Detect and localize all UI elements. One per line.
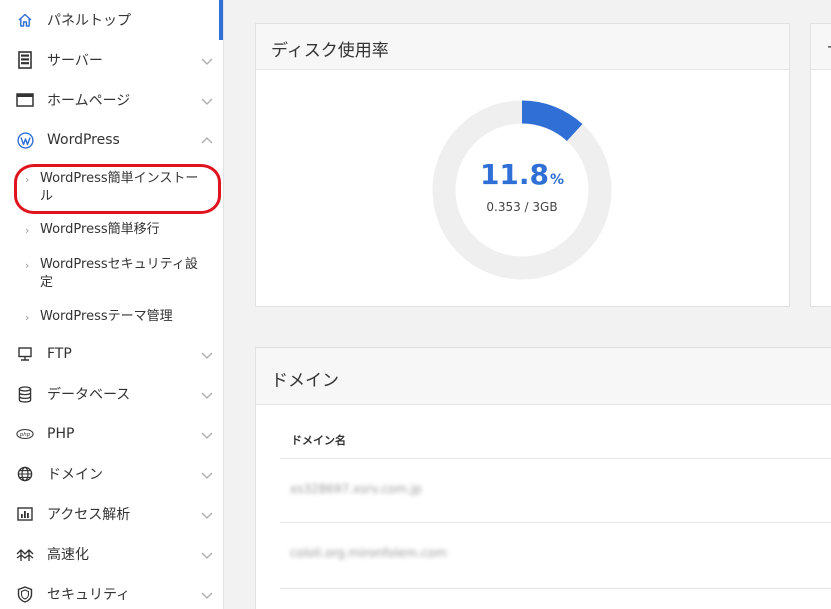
sidebar-item-label: WordPress: [47, 132, 120, 148]
sidebar-item-label: データベース: [47, 387, 131, 403]
chevron-down-icon: [200, 507, 214, 521]
chevron-right-icon: ›: [25, 224, 30, 237]
chevron-down-icon: [200, 467, 214, 481]
server-icon: [16, 51, 34, 69]
svg-text:php: php: [19, 432, 31, 438]
sidebar-item-label: アクセス解析: [47, 507, 131, 523]
row-divider: [280, 522, 831, 523]
sidebar-subitem-wp-security[interactable]: › WordPressセキュリティ設定: [0, 256, 220, 296]
sidebar-subitem-label: WordPressセキュリティ設定: [40, 257, 198, 290]
sidebar-item-security[interactable]: セキュリティ: [0, 574, 224, 609]
sidebar-item-database[interactable]: データベース: [0, 374, 224, 414]
chevron-up-icon: [200, 133, 214, 147]
sidebar-item-label: PHP: [47, 426, 75, 442]
sidebar: パネルトップ サーバー ホームページ WordPress › WordPress…: [0, 0, 224, 609]
app-root: パネルトップ サーバー ホームページ WordPress › WordPress…: [0, 0, 831, 609]
wordpress-icon: [16, 131, 34, 149]
sidebar-item-label: パネルトップ: [47, 13, 131, 29]
sidebar-item-label: ホームページ: [47, 93, 131, 109]
card-header: ドメイン: [256, 348, 831, 405]
sidebar-item-wordpress[interactable]: WordPress: [0, 120, 224, 160]
globe-icon: [16, 465, 34, 483]
usage-amount: 0.353 / 3GB: [486, 200, 558, 214]
sidebar-item-label: 高速化: [47, 547, 89, 563]
domain-card: ドメイン: [255, 347, 831, 609]
sidebar-item-ftp[interactable]: FTP: [0, 334, 224, 374]
sidebar-item-label: FTP: [47, 346, 72, 362]
chevron-right-icon: ›: [25, 311, 30, 324]
sidebar-item-domain[interactable]: ドメイン: [0, 454, 224, 494]
usage-percent: 11.8%: [432, 158, 612, 191]
ftp-monitor-icon: [16, 345, 34, 363]
home-icon: [16, 11, 34, 29]
chevron-down-icon: [200, 53, 214, 67]
sidebar-subitem-wp-easy-migrate[interactable]: › WordPress簡単移行: [0, 221, 220, 241]
chevron-down-icon: [200, 427, 214, 441]
chevron-down-icon: [200, 347, 214, 361]
sidebar-item-label: サーバー: [47, 53, 103, 69]
chevron-right-icon: ›: [25, 173, 30, 186]
chevron-right-icon: ›: [25, 259, 30, 272]
chevron-down-icon: [200, 387, 214, 401]
usage-percent-value: 11.8: [479, 158, 550, 191]
sidebar-item-label: ドメイン: [47, 467, 103, 483]
speed-icon: [16, 545, 34, 563]
shield-icon: [16, 585, 34, 603]
header-divider: [280, 458, 831, 459]
chevron-down-icon: [200, 547, 214, 561]
sidebar-subitem-wp-theme[interactable]: › WordPressテーマ管理: [0, 308, 220, 328]
row-divider: [280, 588, 831, 589]
sidebar-item-homepage[interactable]: ホームページ: [0, 80, 224, 120]
sidebar-subitem-wp-easy-install[interactable]: › WordPress簡単インストール: [0, 170, 220, 210]
card-header: ディスク使用率: [256, 24, 789, 70]
sidebar-subitem-label: WordPressテーマ管理: [40, 309, 173, 324]
usage-percent-unit: %: [550, 172, 565, 188]
bar-chart-icon: [16, 505, 34, 523]
domain-row-name[interactable]: cololi.org.mironfolem.com: [290, 546, 447, 560]
chevron-down-icon: [200, 93, 214, 107]
sidebar-item-server[interactable]: サーバー: [0, 40, 224, 80]
sidebar-item-speedup[interactable]: 高速化: [0, 534, 224, 574]
card-title: サ: [827, 36, 831, 61]
disk-usage-donut: 11.8% 0.353 / 3GB: [432, 100, 612, 280]
sidebar-item-access-analytics[interactable]: アクセス解析: [0, 494, 224, 534]
sidebar-item-label: セキュリティ: [47, 587, 131, 603]
domain-name-column-header: ドメイン名: [291, 434, 346, 447]
card-title: ディスク使用率: [271, 41, 389, 61]
sidebar-item-panel-top[interactable]: パネルトップ: [0, 0, 224, 40]
domain-row-name[interactable]: xs328697.xsrv.com.jp: [290, 482, 422, 496]
sidebar-subitem-label: WordPress簡単移行: [40, 222, 160, 237]
sidebar-item-php[interactable]: php PHP: [0, 414, 224, 454]
browser-window-icon: [16, 91, 34, 109]
database-icon: [16, 385, 34, 403]
chevron-down-icon: [200, 587, 214, 601]
card-header: サ: [811, 24, 831, 70]
side-card: サ: [810, 23, 831, 307]
sidebar-subitem-label: WordPress簡単インストール: [40, 171, 199, 204]
card-title: ドメイン: [271, 371, 339, 391]
php-icon: php: [16, 425, 34, 443]
